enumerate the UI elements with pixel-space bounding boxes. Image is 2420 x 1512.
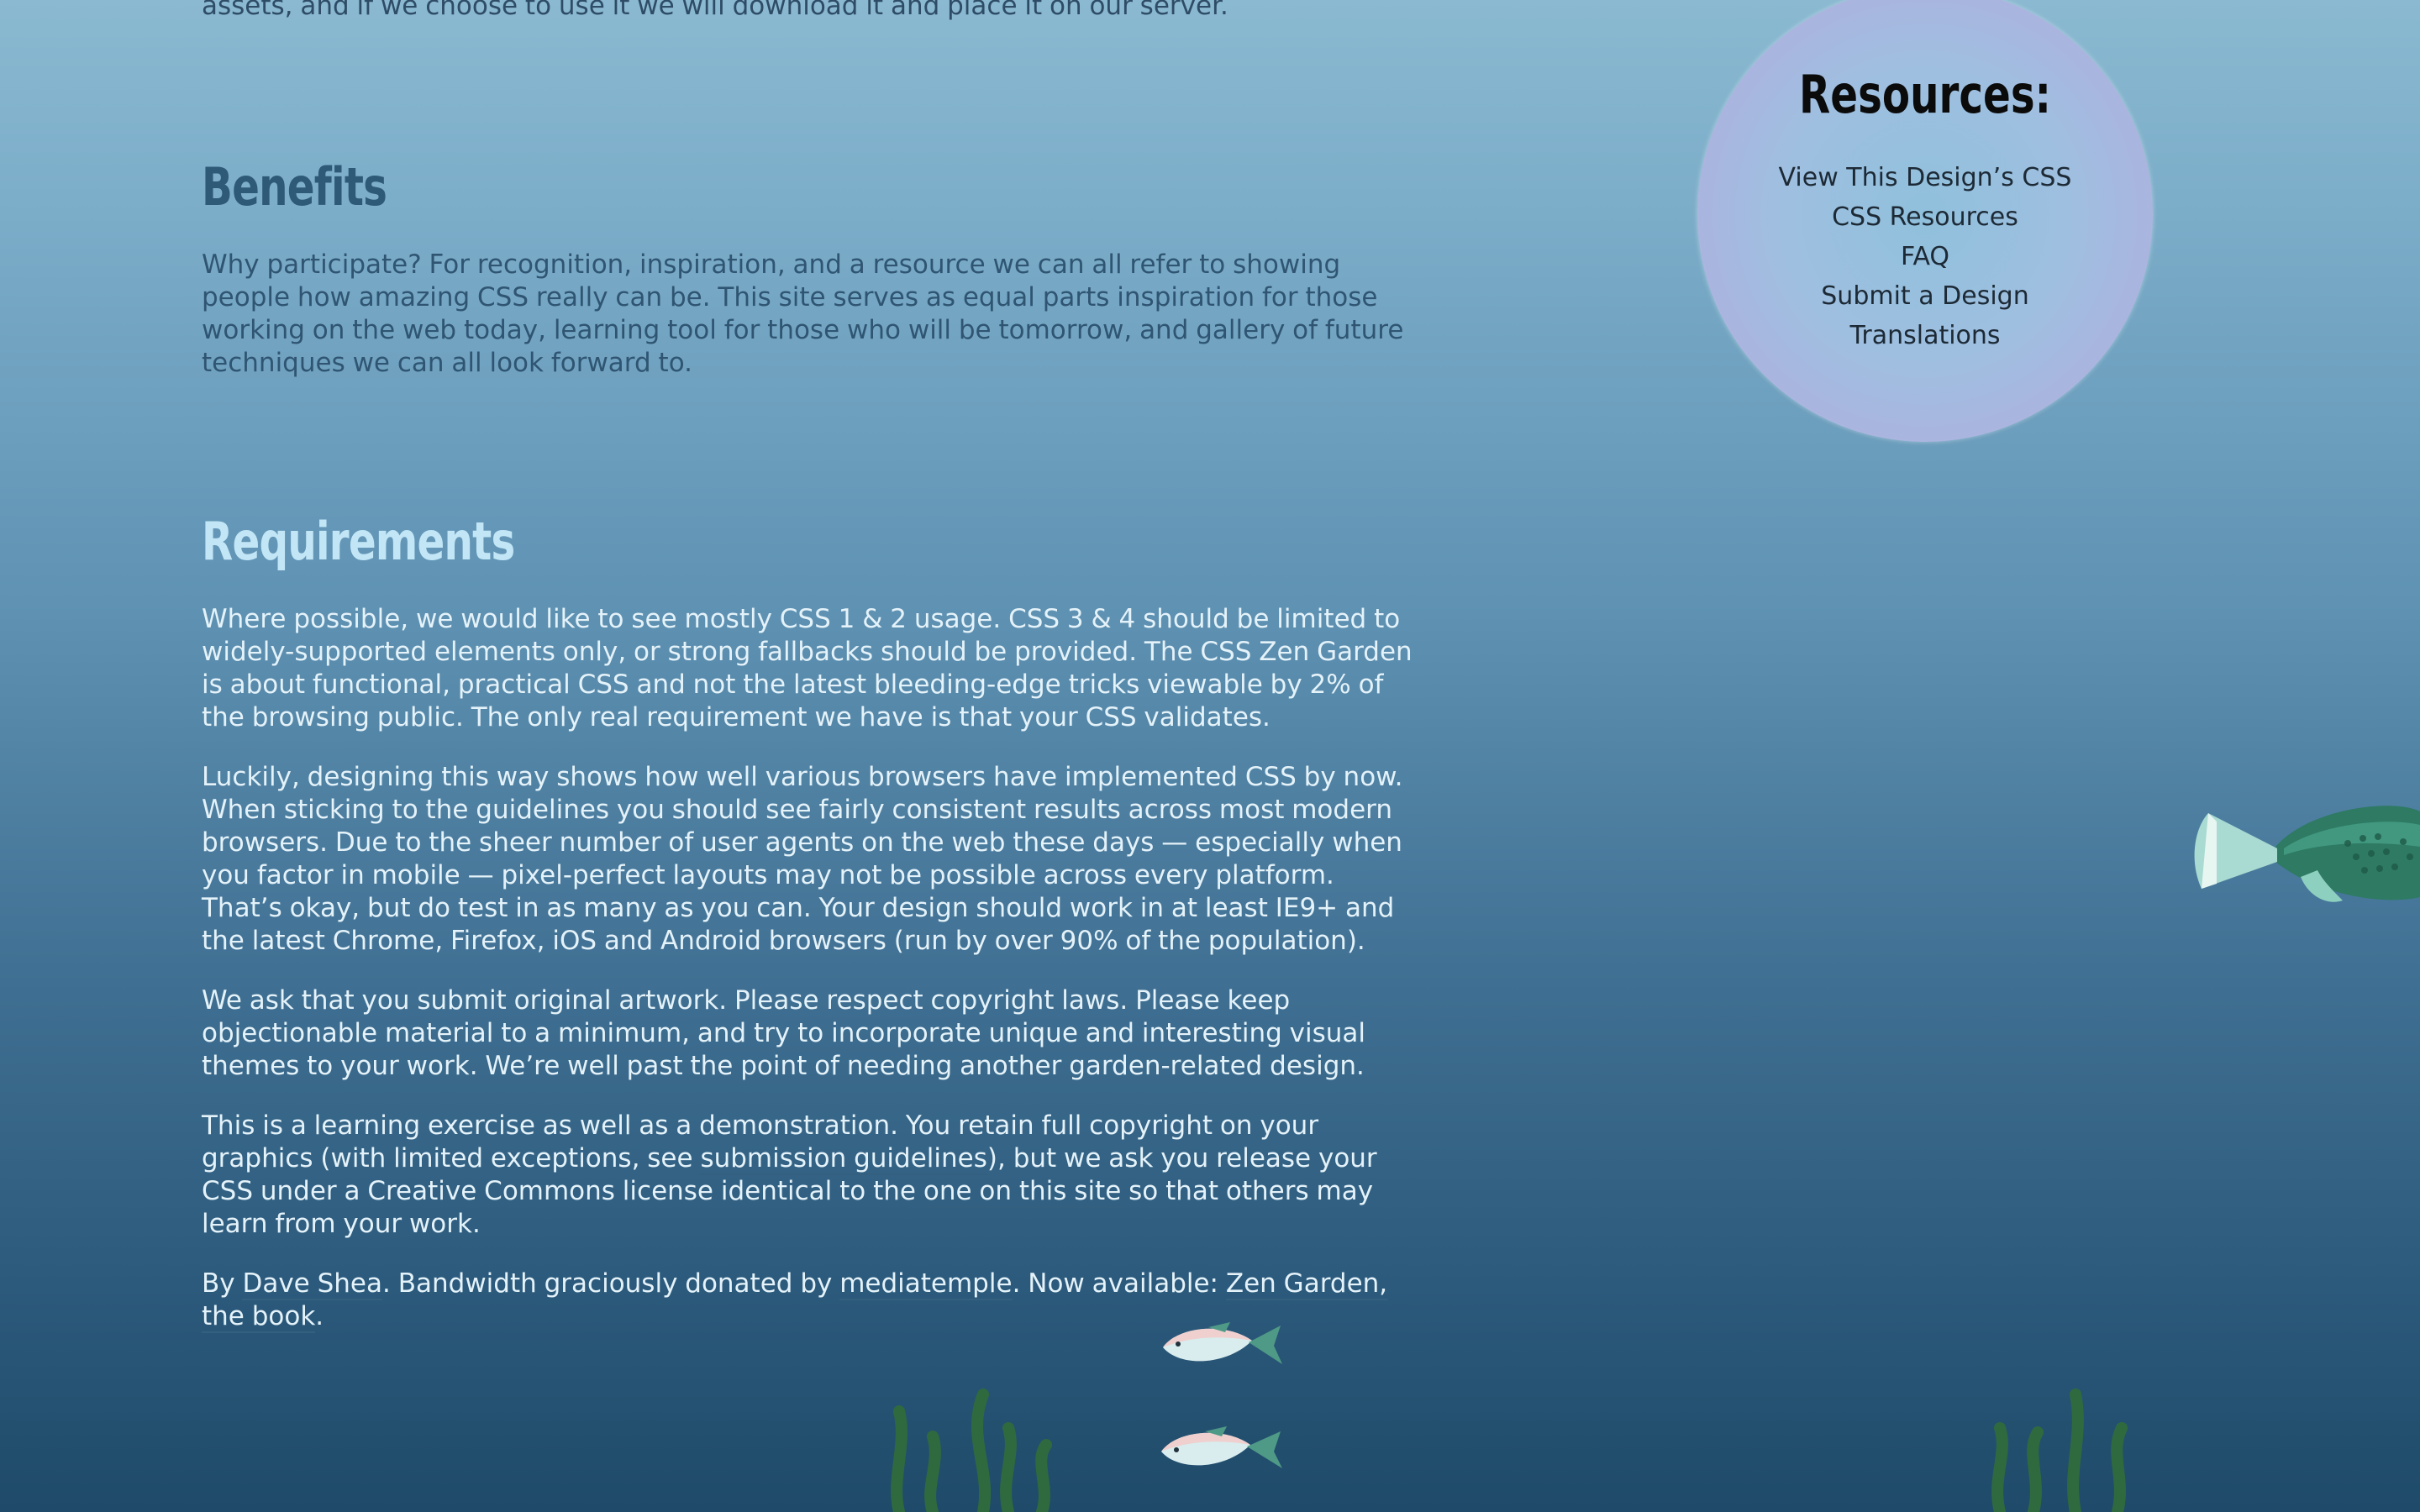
resource-faq-link[interactable]: FAQ: [1697, 237, 2153, 276]
seaweed-icon: [891, 1389, 1052, 1512]
submission-guidelines-link[interactable]: submission guidelines: [700, 1143, 987, 1175]
credits-by: By: [202, 1268, 243, 1299]
requirements-paragraph-2: Luckily, designing this way shows how we…: [202, 762, 1403, 956]
requirements-heading: Requirements: [202, 511, 515, 572]
benefits-text: Why participate? For recognition, inspir…: [202, 249, 1404, 378]
resource-css-resources-link[interactable]: CSS Resources: [1697, 197, 2153, 237]
fish-icon: [2194, 806, 2420, 902]
resource-view-css-link[interactable]: View This Design’s CSS: [1697, 158, 2153, 197]
resources-list: View This Design’s CSS CSS Resources FAQ…: [1697, 158, 2153, 355]
requirements-paragraph-4: This is a learning exercise as well as a…: [202, 1110, 1420, 1241]
credits-available: . Now available:: [1012, 1268, 1226, 1299]
benefits-heading: Benefits: [202, 156, 387, 218]
resources-title: Resources:: [1799, 64, 2051, 125]
requirements-paragraph-3: We ask that you submit original artwork.…: [202, 985, 1366, 1081]
resources-panel: Resources: View This Design’s CSS CSS Re…: [1697, 0, 2153, 442]
requirements-section: Where possible, we would like to see mos…: [202, 603, 1420, 1360]
small-fish-icon: [1163, 1322, 1282, 1364]
resource-submit-design-link[interactable]: Submit a Design: [1697, 276, 2153, 316]
resource-translations-link[interactable]: Translations: [1697, 316, 2153, 355]
host-link[interactable]: mediatemple: [839, 1268, 1013, 1300]
requirements-paragraph-1: Where possible, we would like to see mos…: [202, 604, 1413, 732]
credits-end: .: [315, 1301, 324, 1331]
small-fish-icon: [1161, 1426, 1282, 1468]
intro-text-tail: assets, and if we choose to use it we wi…: [202, 0, 1228, 21]
author-link[interactable]: Dave Shea: [242, 1268, 383, 1300]
seaweed-icon: [1991, 1389, 2128, 1512]
license-link[interactable]: one on this site: [923, 1176, 1122, 1208]
credits-bandwidth: . Bandwidth graciously donated by: [382, 1268, 840, 1299]
